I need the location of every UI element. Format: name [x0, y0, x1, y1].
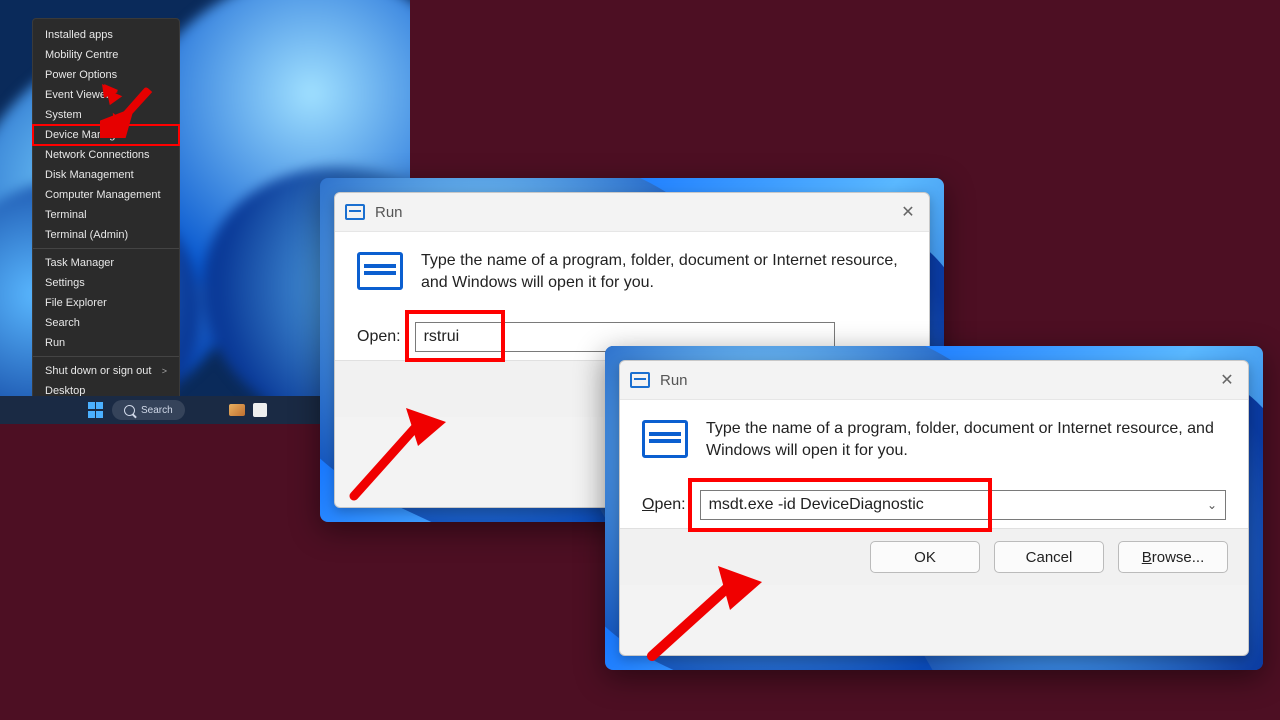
- close-icon[interactable]: ✕: [893, 199, 923, 225]
- winx-item-disk-management[interactable]: Disk Management: [33, 165, 179, 185]
- cancel-button[interactable]: Cancel: [994, 541, 1104, 573]
- taskbar-app-icon[interactable]: [229, 404, 245, 416]
- winx-item-label: System: [45, 109, 82, 121]
- ok-button[interactable]: OK: [870, 541, 980, 573]
- winx-item-label: Search: [45, 317, 80, 329]
- run-description: Type the name of a program, folder, docu…: [706, 418, 1226, 462]
- winx-item-run[interactable]: Run: [33, 333, 179, 357]
- winx-item-settings[interactable]: Settings: [33, 273, 179, 293]
- winx-item-label: Mobility Centre: [45, 49, 118, 61]
- browse-button-label: Browse...: [1142, 549, 1205, 566]
- search-icon: [124, 405, 135, 416]
- winx-item-installed-apps[interactable]: Installed apps: [33, 25, 179, 45]
- winx-item-system[interactable]: System: [33, 105, 179, 125]
- winx-item-label: Shut down or sign out: [45, 365, 151, 377]
- run-title: Run: [660, 372, 688, 389]
- winx-item-task-manager[interactable]: Task Manager: [33, 253, 179, 273]
- winx-item-label: Run: [45, 337, 65, 349]
- winx-item-mobility-centre[interactable]: Mobility Centre: [33, 45, 179, 65]
- run-description: Type the name of a program, folder, docu…: [421, 250, 907, 294]
- winx-item-label: Terminal: [45, 209, 87, 221]
- browse-button[interactable]: Browse...: [1118, 541, 1228, 573]
- winx-context-menu[interactable]: Installed apps Mobility Centre Power Optio…: [32, 18, 180, 404]
- run-dialog-icon: [357, 252, 403, 290]
- taskbar-search-label: Search: [141, 405, 173, 416]
- winx-item-label: Device Manager: [45, 129, 125, 141]
- winx-item-file-explorer[interactable]: File Explorer: [33, 293, 179, 313]
- winx-item-shut-down-or-sign-out[interactable]: Shut down or sign out >: [33, 361, 179, 381]
- open-label: Open:: [357, 328, 401, 346]
- cancel-button-label: Cancel: [1026, 549, 1073, 566]
- close-icon[interactable]: ✕: [1212, 367, 1242, 393]
- winx-item-label: Installed apps: [45, 29, 113, 41]
- run-icon: [630, 372, 650, 388]
- winx-item-label: Settings: [45, 277, 85, 289]
- start-icon[interactable]: [88, 402, 104, 418]
- winx-item-label: Network Connections: [45, 149, 150, 161]
- winx-item-computer-management[interactable]: Computer Management: [33, 185, 179, 205]
- winx-item-terminal[interactable]: Terminal: [33, 205, 179, 225]
- winx-item-label: Power Options: [45, 69, 117, 81]
- winx-item-label: Computer Management: [45, 189, 161, 201]
- run-icon: [345, 204, 365, 220]
- taskbar-app-icon-2[interactable]: [253, 403, 267, 417]
- winx-item-label: Terminal (Admin): [45, 229, 128, 241]
- run-dialog-icon: [642, 420, 688, 458]
- winx-item-label: Task Manager: [45, 257, 114, 269]
- open-label: Open:: [642, 496, 686, 514]
- winx-item-network-connections[interactable]: Network Connections: [33, 145, 179, 165]
- winx-item-device-manager[interactable]: Device Manager: [33, 125, 179, 145]
- winx-item-label: Event Viewer: [45, 89, 110, 101]
- winx-item-label: Disk Management: [45, 169, 134, 181]
- winx-item-event-viewer[interactable]: Event Viewer: [33, 85, 179, 105]
- run-dialog-2-wrapper: Run ✕ Type the name of a program, folder…: [605, 346, 1263, 670]
- run-title: Run: [375, 204, 403, 221]
- chevron-right-icon: >: [162, 364, 167, 378]
- ok-button-label: OK: [914, 549, 936, 566]
- annotation-red-box-msdt: [692, 482, 988, 528]
- dropdown-chevron-icon[interactable]: ⌄: [1207, 498, 1217, 512]
- winx-item-label: File Explorer: [45, 297, 107, 309]
- taskbar-search[interactable]: Search: [112, 400, 185, 420]
- winx-item-terminal-admin-[interactable]: Terminal (Admin): [33, 225, 179, 249]
- winx-item-search[interactable]: Search: [33, 313, 179, 333]
- winx-item-power-options[interactable]: Power Options: [33, 65, 179, 85]
- run-titlebar: Run ✕: [335, 193, 929, 231]
- annotation-red-box-rstrui: [409, 314, 501, 358]
- run-dialog-2: Run ✕ Type the name of a program, folder…: [619, 360, 1249, 656]
